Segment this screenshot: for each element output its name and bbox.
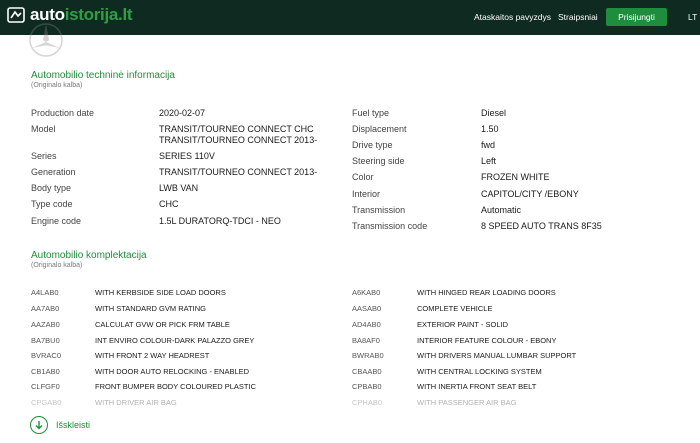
option-code: A6KAB0 [352, 288, 381, 297]
option-code: BA7BU0 [31, 336, 60, 345]
tech-label: Steering side [352, 156, 405, 166]
option-description: EXTERIOR PAINT - SOLID [417, 320, 508, 329]
tech-section-title: Automobilio techninė informacija [31, 70, 175, 81]
option-description: WITH DOOR AUTO RELOCKING - ENABLED [95, 367, 250, 376]
emblem-watermark-icon [29, 23, 63, 57]
option-code: AAZAB0 [31, 320, 60, 329]
logo-icon [7, 7, 25, 23]
tech-label: Displacement [352, 124, 407, 134]
tech-value: Diesel [481, 108, 507, 118]
option-description: INT ENVIRO COLOUR-DARK PALAZZO GREY [95, 336, 255, 345]
tech-value: CAPITOL/CITY /EBONY [481, 189, 579, 199]
option-description: WITH INERTIA FRONT SEAT BELT [417, 382, 537, 391]
option-description: WITH CENTRAL LOCKING SYSTEM [417, 367, 542, 376]
tech-value: TRANSIT/TOURNEO CONNECT 2013- [159, 167, 318, 177]
tech-value: FROZEN WHITE [481, 172, 550, 182]
equipment-section-title: Automobilio komplektacija [31, 250, 147, 261]
option-code: AD4AB0 [352, 320, 381, 329]
tech-value: Left [481, 156, 497, 166]
tech-label: Drive type [352, 140, 393, 150]
option-code: CLFGF0 [31, 382, 60, 391]
option-code: CB1AB0 [31, 367, 60, 376]
tech-label: Production date [31, 108, 95, 118]
option-description: WITH STANDARD GVM RATING [95, 304, 206, 313]
tech-label: Generation [31, 167, 76, 177]
expand-button[interactable]: Išskleisti [30, 416, 90, 434]
tech-label: Transmission [352, 205, 406, 215]
option-code: CBAAB0 [352, 367, 382, 376]
option-description: WITH HINGED REAR LOADING DOORS [417, 288, 556, 297]
tech-value: SERIES 110V [159, 151, 215, 161]
tech-label: Body type [31, 183, 72, 193]
chevron-down-icon [30, 416, 48, 434]
option-description: FRONT BUMPER BODY COLOURED PLASTIC [95, 382, 257, 391]
top-navbar: auto istorija.lt Ataskaitos pavyzdys Stra… [0, 0, 700, 35]
option-description: WITH FRONT 2 WAY HEADREST [95, 351, 210, 360]
tech-value: 1.50 [481, 124, 499, 134]
tech-value: fwd [481, 140, 496, 150]
nav-report-example[interactable]: Ataskaitos pavyzdys [474, 12, 551, 22]
expand-label: Išskleisti [56, 420, 91, 430]
option-description: INTERIOR FEATURE COLOUR - EBONY [417, 336, 557, 345]
tech-label: Engine code [31, 216, 82, 226]
option-code: CPBAB0 [352, 382, 382, 391]
tech-label: Type code [31, 199, 73, 209]
option-code: BWRAB0 [352, 351, 384, 360]
option-code: AASAB0 [352, 304, 382, 313]
option-code: BVRAC0 [31, 351, 62, 360]
option-description: WITH DRIVERS MANUAL LUMBAR SUPPORT [417, 351, 577, 360]
tech-section-subtitle: (Originalo kalba) [31, 82, 83, 89]
option-code: AA7AB0 [31, 304, 60, 313]
option-description: COMPLETE VEHICLE [417, 304, 493, 313]
tech-value: 8 SPEED AUTO TRANS 8F35 [481, 221, 602, 231]
logo-text-istorija: istorija.lt [64, 5, 133, 24]
tech-value: TRANSIT/TOURNEO CONNECT CHC [159, 124, 314, 134]
equipment-section-subtitle: (Originalo kalba) [31, 262, 83, 269]
option-code: BA8AF0 [352, 336, 380, 345]
tech-value: 2020-02-07 [159, 108, 206, 118]
tech-value: 1.5L DURATORQ-TDCI - NEO [159, 216, 281, 226]
tech-label: Color [352, 172, 374, 182]
tech-value: TRANSIT/TOURNEO CONNECT 2013- [159, 135, 318, 145]
option-description: WITH PASSENGER AIR BAG [417, 398, 517, 407]
option-description: WITH DRIVER AIR BAG [95, 398, 177, 407]
option-code: A4LAB0 [31, 288, 59, 297]
option-description: WITH KERBSIDE SIDE LOAD DOORS [95, 288, 226, 297]
tech-label: Transmission code [352, 221, 428, 231]
tech-label: Fuel type [352, 108, 390, 118]
tech-value: LWB VAN [159, 183, 199, 193]
option-description: CALCULAT GVW OR PICK FRM TABLE [95, 320, 230, 329]
site-logo[interactable]: auto istorija.lt [6, 4, 133, 26]
tech-label: Series [31, 151, 57, 161]
tech-value: CHC [159, 199, 179, 209]
option-code: CPHAB0 [352, 398, 383, 407]
option-code: CPGAB0 [31, 398, 62, 407]
tech-label: Interior [352, 189, 381, 199]
nav-articles[interactable]: Straipsniai [558, 12, 598, 22]
tech-value: Automatic [481, 205, 522, 215]
language-switcher[interactable]: LT [688, 12, 697, 22]
tech-label: Model [31, 124, 56, 134]
login-button[interactable]: Prisijungti [606, 8, 667, 26]
